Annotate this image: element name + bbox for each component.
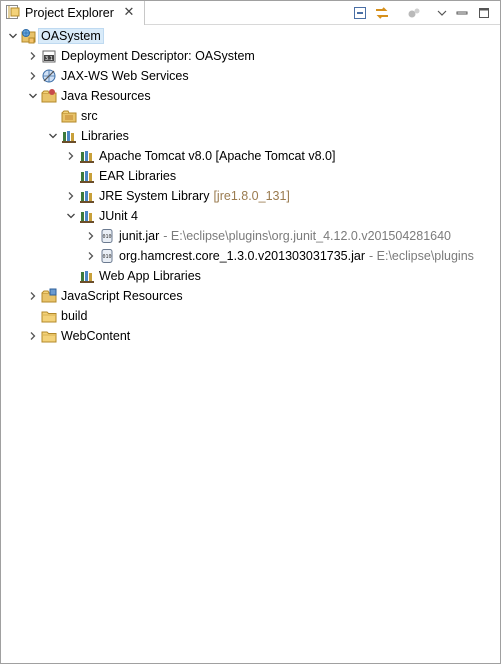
javascript-resources-icon [41, 288, 57, 304]
tree-item-label: WebContent [61, 329, 131, 343]
folder-icon [41, 308, 57, 324]
project-explorer-icon [5, 4, 21, 23]
jre-version-decoration: [jre1.8.0_131] [213, 189, 290, 203]
collapse-all-icon[interactable] [351, 4, 369, 22]
tree-item-label: junit.jar [119, 229, 160, 243]
tab-title: Project Explorer [25, 6, 114, 20]
tree-item-build[interactable]: build [1, 306, 500, 326]
folder-icon [41, 328, 57, 344]
tree-item-label: Libraries [81, 129, 129, 143]
tree-item-junit-jar[interactable]: 010 junit.jar - E:\eclipse\plugins\org.j… [1, 226, 500, 246]
chevron-down-icon[interactable] [63, 206, 79, 226]
tree-item-tomcat[interactable]: Apache Tomcat v8.0 [Apache Tomcat v8.0] [1, 146, 500, 166]
no-chevron [25, 306, 41, 326]
tree-item-label: Web App Libraries [99, 269, 201, 283]
tree-item-libraries[interactable]: Libraries [1, 126, 500, 146]
tree-item-label: JUnit 4 [99, 209, 138, 223]
library-icon [79, 188, 95, 204]
jar-icon: 010 [99, 248, 115, 264]
tree-item-label: JavaScript Resources [61, 289, 183, 303]
tree-item-label: OASystem [38, 28, 104, 44]
source-folder-icon [61, 108, 77, 124]
tree-item-label: org.hamcrest.core_1.3.0.v201303031735.ja… [119, 249, 365, 263]
java-resources-icon [41, 88, 57, 104]
tree-item-label: src [81, 109, 98, 123]
svg-text:010: 010 [102, 254, 111, 260]
tree-item-src[interactable]: src [1, 106, 500, 126]
library-icon [79, 208, 95, 224]
chevron-right-icon[interactable] [25, 66, 41, 86]
library-icon [79, 168, 95, 184]
jar-path-decoration: - E:\eclipse\plugins [369, 249, 474, 263]
tree-item-deployment-descriptor[interactable]: 3.1 Deployment Descriptor: OASystem [1, 46, 500, 66]
chevron-down-icon[interactable] [5, 26, 21, 46]
web-services-icon [41, 68, 57, 84]
chevron-right-icon[interactable] [25, 46, 41, 66]
svg-text:3.1: 3.1 [45, 56, 53, 62]
tree-item-hamcrest-jar[interactable]: 010 org.hamcrest.core_1.3.0.v20130303173… [1, 246, 500, 266]
tree-item-jaxws[interactable]: JAX-WS Web Services [1, 66, 500, 86]
svg-text:010: 010 [102, 234, 111, 240]
tree-item-label: build [61, 309, 88, 323]
chevron-right-icon[interactable] [83, 226, 99, 246]
tree-item-label: Java Resources [61, 89, 151, 103]
close-icon[interactable]: ✕ [122, 5, 136, 19]
view-titlebar: Project Explorer ✕ [1, 1, 500, 25]
tree-item-webapp-libraries[interactable]: Web App Libraries [1, 266, 500, 286]
tree-item-label: Deployment Descriptor: OASystem [61, 49, 255, 63]
chevron-right-icon[interactable] [25, 286, 41, 306]
tree-item-label: JAX-WS Web Services [61, 69, 189, 83]
tree-item-javascript-resources[interactable]: JavaScript Resources [1, 286, 500, 306]
jar-icon: 010 [99, 228, 115, 244]
web-project-icon [21, 28, 37, 44]
library-icon [79, 268, 95, 284]
library-icon [61, 128, 77, 144]
jar-path-decoration: - E:\eclipse\plugins\org.junit_4.12.0.v2… [163, 229, 452, 243]
link-with-editor-icon[interactable] [373, 4, 391, 22]
tree-item-ear-libraries[interactable]: EAR Libraries [1, 166, 500, 186]
chevron-right-icon[interactable] [63, 146, 79, 166]
tree-item-label: Apache Tomcat v8.0 [Apache Tomcat v8.0] [99, 149, 336, 163]
tree-item-jre[interactable]: JRE System Library [jre1.8.0_131] [1, 186, 500, 206]
tree-item-java-resources[interactable]: Java Resources [1, 86, 500, 106]
tree-item-label: EAR Libraries [99, 169, 177, 183]
maximize-icon[interactable] [475, 4, 493, 22]
tree-item-junit[interactable]: JUnit 4 [1, 206, 500, 226]
chevron-right-icon[interactable] [25, 326, 41, 346]
tree-item-webcontent[interactable]: WebContent [1, 326, 500, 346]
tree-item-oasystem[interactable]: OASystem [1, 26, 500, 46]
chevron-down-icon[interactable] [25, 86, 41, 106]
no-chevron [63, 166, 79, 186]
view-menu-icon[interactable] [433, 4, 451, 22]
no-chevron [63, 266, 79, 286]
tab-project-explorer[interactable]: Project Explorer ✕ [1, 1, 145, 25]
project-explorer-view: Project Explorer ✕ OASystem 3.1 Deployme… [0, 0, 501, 664]
chevron-right-icon[interactable] [83, 246, 99, 266]
no-chevron [45, 106, 61, 126]
minimize-icon[interactable] [453, 4, 471, 22]
library-icon [79, 148, 95, 164]
chevron-down-icon[interactable] [45, 126, 61, 146]
chevron-right-icon[interactable] [63, 186, 79, 206]
tree-item-label: JRE System Library [99, 189, 210, 203]
project-tree: OASystem 3.1 Deployment Descriptor: OASy… [1, 26, 500, 346]
deployment-descriptor-icon: 3.1 [41, 48, 57, 64]
focus-icon[interactable] [405, 4, 423, 22]
